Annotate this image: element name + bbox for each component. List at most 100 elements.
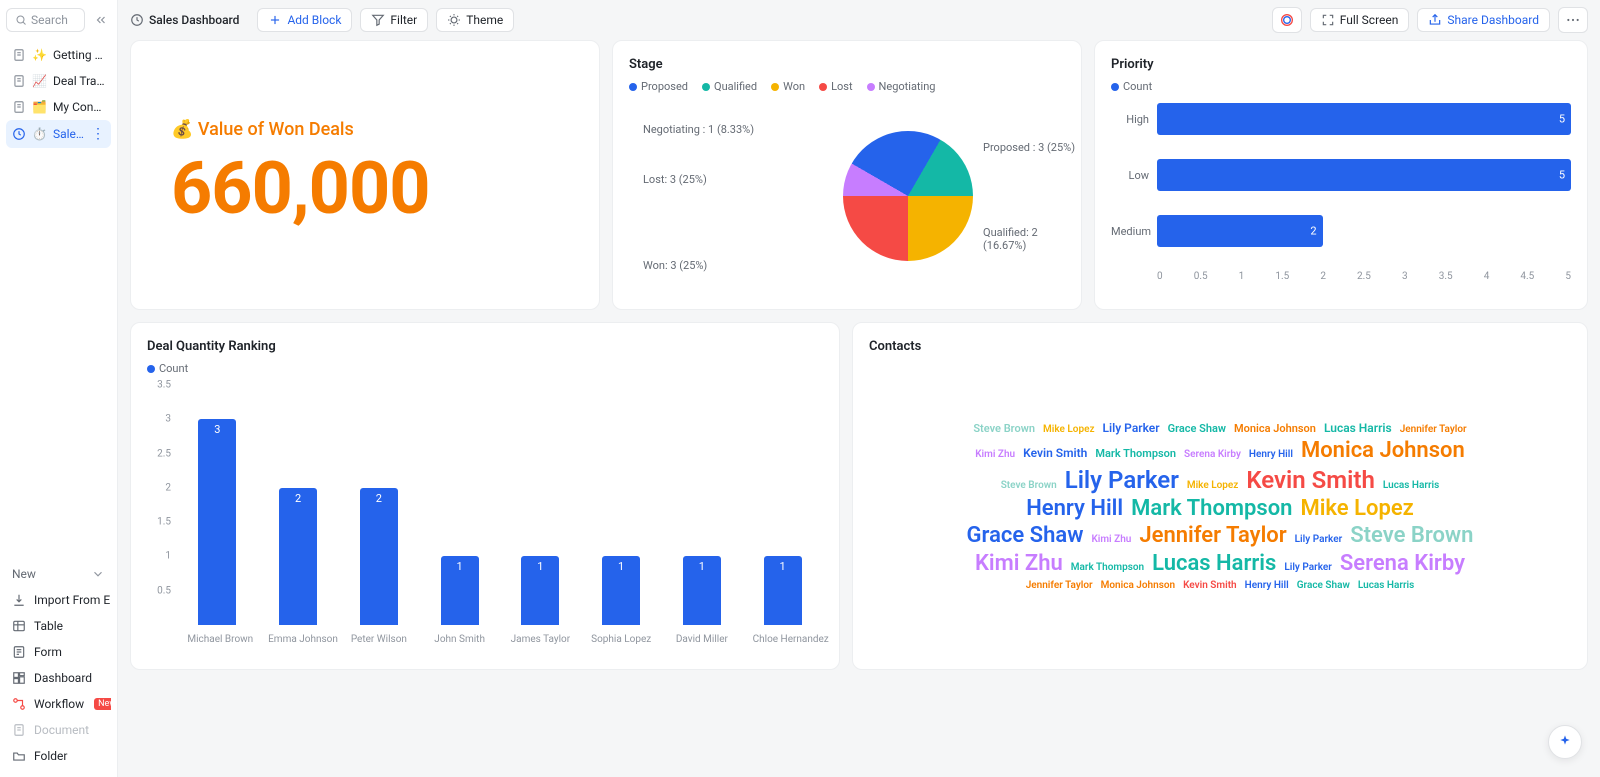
search-placeholder: Search bbox=[31, 13, 68, 27]
sidebar-lower-import[interactable]: Import From E... bbox=[6, 587, 111, 613]
new-badge: New bbox=[94, 698, 111, 710]
sidebar-lower-folder[interactable]: Folder bbox=[6, 743, 111, 769]
assistant-fab[interactable] bbox=[1548, 725, 1582, 759]
main: Sales Dashboard Add Block Filter Theme F… bbox=[118, 0, 1600, 777]
wordcloud-word: Monica Johnson bbox=[1101, 580, 1175, 593]
table-icon bbox=[12, 619, 26, 633]
wordcloud-word: Mark Thompson bbox=[1095, 447, 1176, 461]
wordcloud-word: Serena Kirby bbox=[1184, 449, 1241, 462]
document-icon bbox=[12, 74, 26, 88]
ranking-value: 1 bbox=[618, 560, 624, 573]
priority-axis: 00.511.522.533.544.55 bbox=[1157, 271, 1571, 282]
legend-item: Lost bbox=[819, 80, 852, 93]
ranking-xlabel: Michael Brown bbox=[187, 634, 247, 645]
priority-legend-label: Count bbox=[1123, 80, 1152, 93]
sidebar-item-1[interactable]: 📈Deal Tracker bbox=[6, 68, 111, 94]
wordcloud-word: Lucas Harris bbox=[1383, 480, 1439, 493]
more-button[interactable] bbox=[1558, 7, 1588, 33]
wordcloud-word: Kimi Zhu bbox=[1091, 534, 1131, 547]
wordcloud-word: Steve Brown bbox=[1350, 522, 1473, 550]
brand-icon bbox=[1279, 12, 1295, 28]
priority-category: Medium bbox=[1111, 225, 1157, 238]
won-deals-title: 💰 Value of Won Deals bbox=[171, 119, 583, 140]
ranking-bar: 3 bbox=[198, 419, 236, 625]
wordcloud-word: Grace Shaw bbox=[1168, 422, 1226, 436]
wordcloud-word: Grace Shaw bbox=[967, 522, 1084, 550]
priority-category: Low bbox=[1111, 169, 1157, 182]
wordcloud-word: Monica Johnson bbox=[1234, 422, 1316, 436]
lower-label: Folder bbox=[34, 749, 67, 763]
sidebar-item-0[interactable]: ✨Getting Started bbox=[6, 42, 111, 68]
sidebar-item-3[interactable]: ⏱️ Sales Dashbo... ⋮ bbox=[6, 120, 111, 148]
ranking-card: Deal Quantity Ranking Count 3.532.521.51… bbox=[130, 322, 840, 670]
filter-button[interactable]: Filter bbox=[360, 8, 428, 32]
document-icon bbox=[12, 100, 26, 114]
wordcloud-word: Lily Parker bbox=[1065, 465, 1179, 495]
ranking-legend-label: Count bbox=[159, 362, 188, 375]
ranking-value: 2 bbox=[376, 492, 382, 505]
ranking-value: 1 bbox=[699, 560, 705, 573]
wordcloud-word: Grace Shaw bbox=[1297, 580, 1350, 593]
nav-label: My Contacts bbox=[53, 100, 105, 114]
wordcloud-word: Lucas Harris bbox=[1358, 580, 1414, 593]
collapse-sidebar-button[interactable] bbox=[91, 10, 111, 30]
stage-pie-chart bbox=[843, 131, 973, 261]
pie-label-qualified: Qualified: 2 (16.67%) bbox=[983, 226, 1081, 252]
wordcloud-word: Kimi Zhu bbox=[975, 550, 1063, 578]
priority-title: Priority bbox=[1111, 57, 1571, 72]
priority-category: High bbox=[1111, 113, 1157, 126]
wordcloud-word: Mike Lopez bbox=[1300, 495, 1413, 523]
priority-card: Priority Count High 5 Low 5 Medium2 00.511.5… bbox=[1094, 40, 1588, 310]
sidebar-item-2[interactable]: 🗂️My Contacts bbox=[6, 94, 111, 120]
nav-emoji: 📈 bbox=[32, 74, 47, 88]
brand-badge[interactable] bbox=[1272, 7, 1302, 33]
sidebar-lower-table[interactable]: Table bbox=[6, 613, 111, 639]
priority-bar: Medium2 bbox=[1111, 215, 1571, 247]
nav-label: Sales Dashbo... bbox=[53, 127, 85, 141]
more-icon bbox=[1565, 12, 1581, 28]
document-icon bbox=[12, 48, 26, 62]
ranking-xlabel: Emma Johnson bbox=[268, 634, 328, 645]
lower-label: Table bbox=[34, 619, 63, 633]
wordcloud-word: Lily Parker bbox=[1284, 562, 1332, 575]
search-input[interactable]: Search bbox=[6, 8, 85, 32]
sidebar-lower-form[interactable]: Form bbox=[6, 639, 111, 665]
won-deals-card: 💰 Value of Won Deals 660,000 bbox=[130, 40, 600, 310]
ranking-xlabel: David Miller bbox=[672, 634, 732, 645]
priority-value: 5 bbox=[1559, 169, 1565, 182]
add-block-button[interactable]: Add Block bbox=[257, 8, 352, 32]
theme-icon bbox=[447, 13, 461, 27]
ranking-bar: 1 bbox=[521, 556, 559, 625]
priority-bar-chart: High 5 Low 5 Medium2 bbox=[1111, 103, 1571, 247]
pie-label-lost: Lost: 3 (25%) bbox=[643, 173, 707, 186]
wordcloud-word: Steve Brown bbox=[973, 422, 1035, 436]
dashboard-title[interactable]: Sales Dashboard bbox=[130, 9, 249, 31]
ranking-bar: 1 bbox=[441, 556, 479, 625]
sidebar-lower-dashboard[interactable]: Dashboard bbox=[6, 665, 111, 691]
priority-legend: Count bbox=[1111, 80, 1571, 93]
wordcloud-word: Jennifer Taylor bbox=[1400, 424, 1467, 437]
lower-label: Form bbox=[34, 645, 62, 659]
wordcloud-word: Mark Thompson bbox=[1071, 562, 1144, 575]
sparkle-icon bbox=[1557, 734, 1573, 750]
priority-value: 5 bbox=[1559, 113, 1565, 126]
pie-label-won: Won: 3 (25%) bbox=[643, 259, 707, 272]
new-section-header[interactable]: New bbox=[6, 561, 111, 587]
nav-more-icon[interactable]: ⋮ bbox=[91, 126, 105, 142]
ranking-bar: 1 bbox=[764, 556, 802, 625]
wordcloud-word: Mike Lopez bbox=[1187, 480, 1239, 493]
full-screen-button[interactable]: Full Screen bbox=[1310, 8, 1410, 32]
stage-title: Stage bbox=[629, 57, 1065, 72]
wordcloud-word: Henry Hill bbox=[1245, 580, 1289, 593]
pie-label-proposed: Proposed : 3 (25%) bbox=[983, 141, 1075, 154]
sidebar-lower-workflow[interactable]: WorkflowNew bbox=[6, 691, 111, 717]
ranking-bar: 1 bbox=[683, 556, 721, 625]
chevron-down-icon bbox=[91, 567, 105, 581]
wordcloud-word: Lily Parker bbox=[1103, 421, 1160, 436]
nav-emoji: ⏱️ bbox=[32, 127, 47, 141]
share-dashboard-button[interactable]: Share Dashboard bbox=[1417, 8, 1550, 32]
lower-label: Dashboard bbox=[34, 671, 92, 685]
dashboard-icon bbox=[130, 13, 144, 27]
theme-button[interactable]: Theme bbox=[436, 8, 514, 32]
wordcloud-word: Lucas Harris bbox=[1324, 421, 1392, 436]
